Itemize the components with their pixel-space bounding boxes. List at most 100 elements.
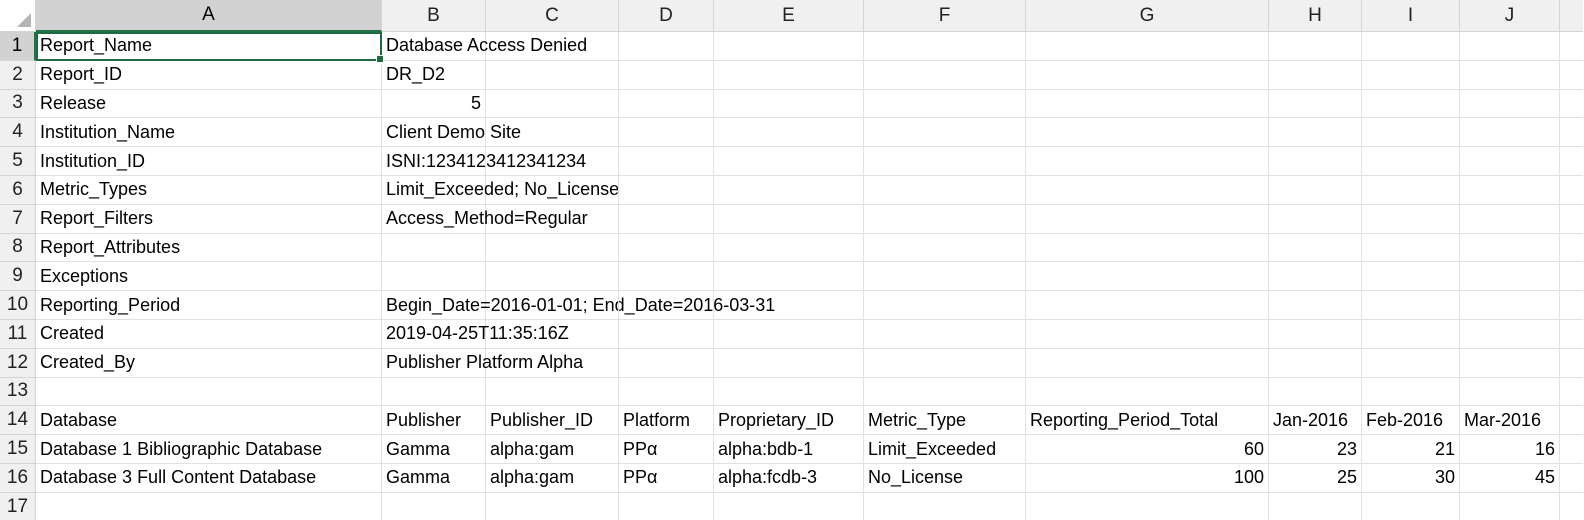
cell-overflow[interactable]	[1560, 378, 1583, 407]
cell-j11[interactable]	[1460, 319, 1560, 349]
cell-d7[interactable]	[619, 204, 714, 234]
row-header-4[interactable]: 4	[0, 118, 36, 148]
cell-j3[interactable]	[1460, 89, 1560, 119]
cell-a7[interactable]: Report_Filters	[36, 204, 382, 234]
cell-f15[interactable]: Limit_Exceeded	[864, 435, 1026, 464]
cell-e16[interactable]: alpha:fcdb-3	[714, 463, 864, 493]
cell-f4[interactable]	[864, 118, 1026, 148]
cell-c14[interactable]: Publisher_ID	[486, 406, 619, 436]
cell-i15[interactable]: 21	[1362, 435, 1460, 464]
cell-b14[interactable]: Publisher	[382, 406, 486, 436]
cell-a4[interactable]: Institution_Name	[36, 118, 382, 148]
cell-d3[interactable]	[619, 89, 714, 119]
cell-overflow[interactable]	[1560, 234, 1583, 263]
row-header-17[interactable]: 17	[0, 492, 36, 520]
cell-i3[interactable]	[1362, 89, 1460, 119]
cell-h1[interactable]	[1269, 32, 1362, 61]
cell-d1[interactable]	[619, 32, 714, 61]
cell-d16[interactable]: PPα	[619, 463, 714, 493]
cell-j12[interactable]	[1460, 348, 1560, 378]
cell-g1[interactable]	[1026, 32, 1269, 61]
cell-f14[interactable]: Metric_Type	[864, 406, 1026, 436]
column-header-j[interactable]: J	[1460, 0, 1560, 32]
cell-d4[interactable]	[619, 118, 714, 148]
cell-g3[interactable]	[1026, 89, 1269, 119]
cell-b8[interactable]	[382, 233, 486, 263]
cell-g6[interactable]	[1026, 175, 1269, 205]
cell-i2[interactable]	[1362, 60, 1460, 90]
cell-h17[interactable]	[1269, 492, 1362, 520]
cell-e4[interactable]	[714, 118, 864, 148]
cell-g5[interactable]	[1026, 147, 1269, 176]
row-header-16[interactable]: 16	[0, 463, 36, 493]
cell-e1[interactable]	[714, 32, 864, 61]
select-all-corner[interactable]	[0, 0, 36, 32]
cell-h8[interactable]	[1269, 233, 1362, 263]
column-header-a[interactable]: A	[36, 0, 382, 32]
cell-b2[interactable]: DR_D2	[382, 60, 486, 90]
cell-e2[interactable]	[714, 60, 864, 90]
cell-a5[interactable]: Institution_ID	[36, 147, 382, 176]
cell-f3[interactable]	[864, 89, 1026, 119]
cell-overflow[interactable]	[1560, 464, 1583, 493]
cell-f10[interactable]	[864, 291, 1026, 320]
column-header-c[interactable]: C	[486, 0, 619, 32]
cell-i8[interactable]	[1362, 233, 1460, 263]
cell-overflow[interactable]	[1560, 147, 1583, 176]
cell-c3[interactable]	[486, 89, 619, 119]
cell-c11[interactable]	[486, 319, 619, 349]
cell-i16[interactable]: 30	[1362, 463, 1460, 493]
cell-e5[interactable]	[714, 147, 864, 176]
cell-b4[interactable]: Client Demo Site	[382, 118, 521, 148]
row-header-11[interactable]: 11	[0, 319, 36, 349]
cell-h14[interactable]: Jan-2016	[1269, 406, 1362, 436]
cell-h12[interactable]	[1269, 348, 1362, 378]
cell-c17[interactable]	[486, 492, 619, 520]
column-header-f[interactable]: F	[864, 0, 1026, 32]
cell-c16[interactable]: alpha:gam	[486, 463, 619, 493]
cell-f12[interactable]	[864, 348, 1026, 378]
cell-i12[interactable]	[1362, 348, 1460, 378]
cell-a14[interactable]: Database	[36, 406, 382, 436]
cell-i13[interactable]	[1362, 377, 1460, 407]
cell-c6[interactable]	[486, 175, 619, 205]
cell-i1[interactable]	[1362, 32, 1460, 61]
cell-e13[interactable]	[714, 377, 864, 407]
cell-overflow[interactable]	[1560, 262, 1583, 292]
row-header-13[interactable]: 13	[0, 377, 36, 407]
row-header-6[interactable]: 6	[0, 175, 36, 205]
column-header-b[interactable]: B	[382, 0, 486, 32]
cell-j2[interactable]	[1460, 60, 1560, 90]
cell-b9[interactable]	[382, 262, 486, 292]
cell-h6[interactable]	[1269, 175, 1362, 205]
cell-a8[interactable]: Report_Attributes	[36, 233, 382, 263]
cell-b15[interactable]: Gamma	[382, 435, 486, 464]
column-header-e[interactable]: E	[714, 0, 864, 32]
cell-g11[interactable]	[1026, 319, 1269, 349]
cell-h4[interactable]	[1269, 118, 1362, 148]
cell-g14[interactable]: Reporting_Period_Total	[1026, 406, 1269, 436]
cell-b6[interactable]: Limit_Exceeded; No_License	[382, 175, 619, 205]
cell-i5[interactable]	[1362, 147, 1460, 176]
cell-e8[interactable]	[714, 233, 864, 263]
column-header-g[interactable]: G	[1026, 0, 1269, 32]
cell-overflow[interactable]	[1560, 118, 1583, 148]
cell-e12[interactable]	[714, 348, 864, 378]
cell-b17[interactable]	[382, 492, 486, 520]
cell-c8[interactable]	[486, 233, 619, 263]
row-header-12[interactable]: 12	[0, 348, 36, 378]
cell-i10[interactable]	[1362, 291, 1460, 320]
cell-c4[interactable]	[486, 118, 619, 148]
cell-h3[interactable]	[1269, 89, 1362, 119]
cell-f16[interactable]: No_License	[864, 463, 1026, 493]
row-header-10[interactable]: 10	[0, 291, 36, 320]
cell-a15[interactable]: Database 1 Bibliographic Database	[36, 435, 382, 464]
cell-d13[interactable]	[619, 377, 714, 407]
cell-d9[interactable]	[619, 262, 714, 292]
cell-b3[interactable]: 5	[382, 89, 486, 119]
cell-a2[interactable]: Report_ID	[36, 60, 382, 90]
cell-d6[interactable]	[619, 175, 714, 205]
cell-i4[interactable]	[1362, 118, 1460, 148]
cell-b11[interactable]: 2019-04-25T11:35:16Z	[382, 319, 569, 349]
cell-h7[interactable]	[1269, 204, 1362, 234]
